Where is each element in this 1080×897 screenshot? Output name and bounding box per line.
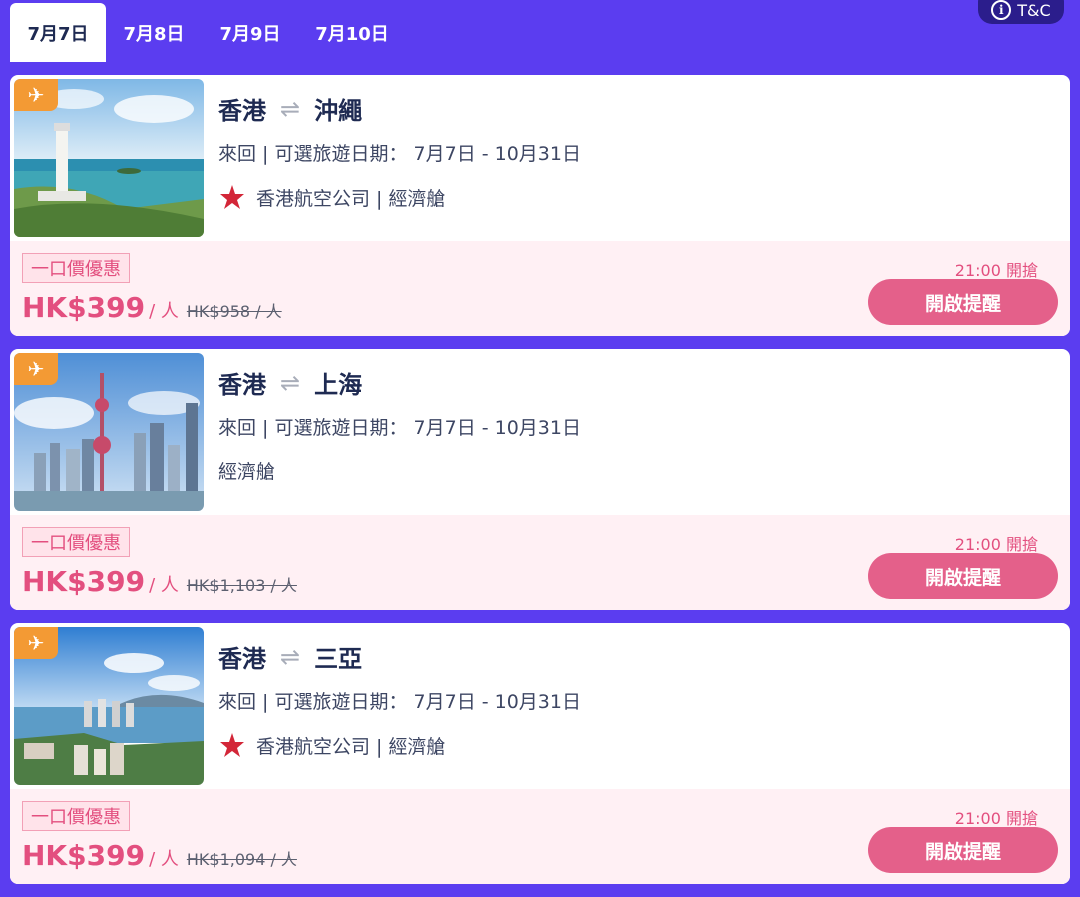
sale-time: 21:00 開搶 [954, 535, 1038, 554]
deal-badge: 一口價優惠 [22, 253, 130, 283]
airline-text: 經濟艙 [218, 461, 276, 483]
route: 香港 ⇌ 上海 [218, 365, 362, 400]
travel-dates: 來回 | 可選旅遊日期： 7月7日 - 10月31日 [218, 691, 581, 713]
price-section: 一口價優惠 HK$399 / 人 HK$1,094 / 人 21:00 開搶 開… [10, 789, 1070, 884]
tab-jul-10[interactable]: 7月10日 [304, 3, 400, 62]
hong-kong-airlines-logo-icon [220, 733, 244, 757]
tab-jul-9[interactable]: 7月9日 [202, 3, 298, 62]
per-person: / 人 [149, 301, 179, 322]
airplane-icon: ✈ [14, 627, 58, 659]
price-row: HK$399 / 人 HK$1,103 / 人 [22, 565, 297, 598]
per-person: / 人 [149, 575, 179, 596]
tab-jul-7[interactable]: 7月7日 [10, 3, 106, 62]
route: 香港 ⇌ 沖繩 [218, 91, 362, 126]
reminder-button[interactable]: 開啟提醒 [868, 827, 1058, 873]
sale-price: HK$399 [22, 291, 146, 324]
airplane-icon: ✈ [14, 353, 58, 385]
price-section: 一口價優惠 HK$399 / 人 HK$1,103 / 人 21:00 開搶 開… [10, 515, 1070, 610]
date-tabs: 7月7日 7月8日 7月9日 7月10日 i T&C [0, 0, 1080, 64]
destination: 上海 [314, 371, 363, 399]
origin: 香港 [218, 645, 266, 673]
original-price: HK$958 / 人 [186, 302, 282, 321]
airline-info: 香港航空公司 | 經濟艙 [218, 183, 445, 211]
airline-text: 香港航空公司 | 經濟艙 [256, 735, 446, 758]
travel-dates: 來回 | 可選旅遊日期： 7月7日 - 10月31日 [218, 417, 581, 439]
deal-badge: 一口價優惠 [22, 801, 130, 831]
sale-time: 21:00 開搶 [954, 809, 1038, 828]
airline-text: 香港航空公司 | 經濟艙 [256, 187, 446, 210]
airline-info: 香港航空公司 | 經濟艙 [218, 731, 445, 759]
destination: 三亞 [314, 645, 363, 673]
destination-photo: ✈ [14, 79, 204, 237]
swap-icon: ⇌ [280, 368, 301, 397]
destination-photo: ✈ [14, 353, 204, 511]
travel-dates: 來回 | 可選旅遊日期： 7月7日 - 10月31日 [218, 143, 581, 165]
destination-photo: ✈ [14, 627, 204, 785]
flight-card: ✈ 香港 ⇌ 沖繩 來回 | 可選旅遊日期： 7月7日 - 10月31日 香港航… [10, 75, 1070, 336]
reminder-button[interactable]: 開啟提醒 [868, 279, 1058, 325]
flight-card: ✈ 香港 ⇌ 上海 來回 | 可選旅遊日期： 7月7日 - 10月31日 經濟艙… [10, 349, 1070, 610]
original-price: HK$1,103 / 人 [186, 576, 297, 595]
price-section: 一口價優惠 HK$399 / 人 HK$958 / 人 21:00 開搶 開啟提… [10, 241, 1070, 336]
origin: 香港 [218, 371, 266, 399]
sale-price: HK$399 [22, 565, 146, 598]
sale-price: HK$399 [22, 839, 146, 872]
origin: 香港 [218, 97, 266, 125]
swap-icon: ⇌ [280, 642, 301, 671]
hong-kong-airlines-logo-icon [220, 185, 244, 209]
info-icon: i [991, 0, 1012, 20]
flight-card: ✈ 香港 ⇌ 三亞 來回 | 可選旅遊日期： 7月7日 - 10月31日 香港航… [10, 623, 1070, 884]
route: 香港 ⇌ 三亞 [218, 639, 362, 674]
airplane-icon: ✈ [14, 79, 58, 111]
tab-jul-8[interactable]: 7月8日 [106, 3, 202, 62]
swap-icon: ⇌ [280, 94, 301, 123]
price-row: HK$399 / 人 HK$1,094 / 人 [22, 839, 297, 872]
original-price: HK$1,094 / 人 [186, 850, 297, 869]
destination: 沖繩 [314, 97, 363, 125]
terms-label: T&C [1017, 0, 1051, 20]
price-row: HK$399 / 人 HK$958 / 人 [22, 291, 282, 324]
terms-button[interactable]: i T&C [978, 0, 1064, 24]
reminder-button[interactable]: 開啟提醒 [868, 553, 1058, 599]
per-person: / 人 [149, 849, 179, 870]
airline-info: 經濟艙 [218, 457, 275, 484]
deal-badge: 一口價優惠 [22, 527, 130, 557]
sale-time: 21:00 開搶 [954, 261, 1038, 280]
